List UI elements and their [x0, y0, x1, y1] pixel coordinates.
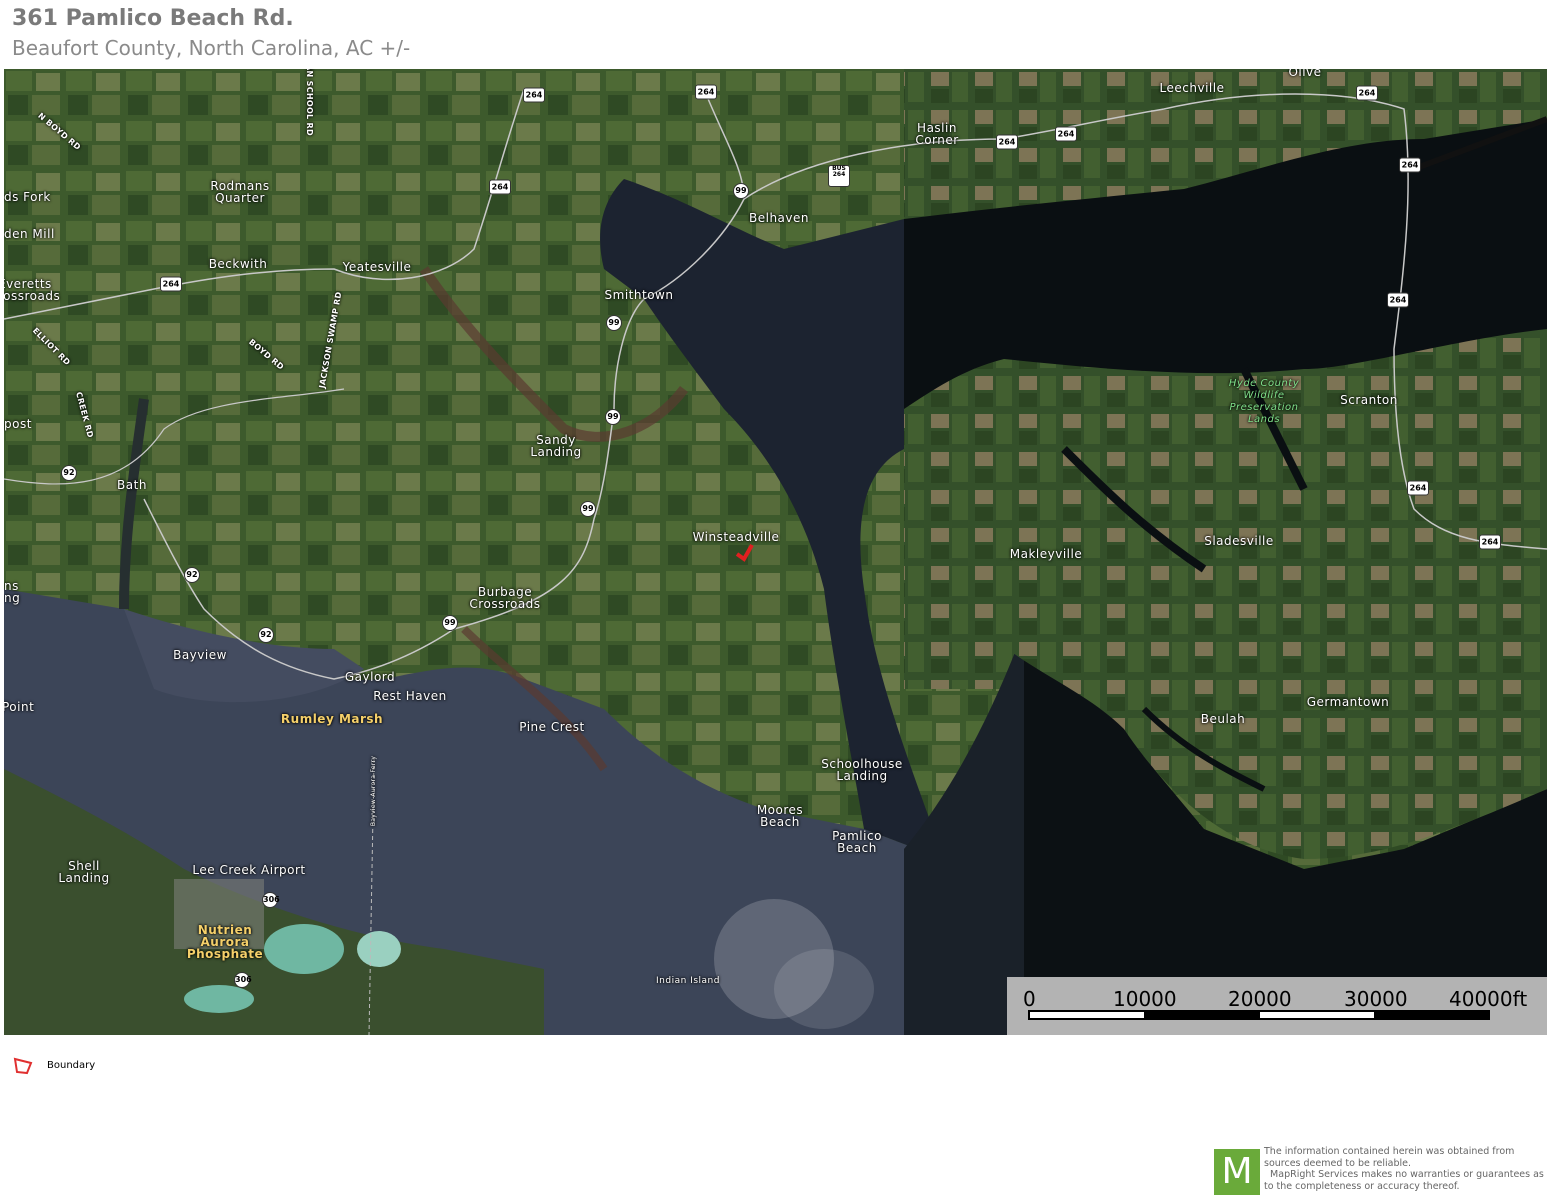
place-label: Winsteadville: [692, 530, 780, 544]
place-label: Indian Island: [656, 976, 720, 986]
highway-shield: 264: [1356, 85, 1378, 101]
highway-shield: 92: [184, 567, 200, 583]
place-label: Germantown: [1306, 695, 1390, 709]
scale-label: 20000: [1228, 987, 1292, 1011]
place-label: Sladesville: [1204, 534, 1274, 548]
highway-shield: 264: [523, 87, 545, 103]
place-label: Schoolhouse Landing: [821, 757, 903, 783]
satellite-map[interactable]: Olive Leechville Haslin Corner Belhaven …: [4, 69, 1547, 1035]
place-label: Yeatesville: [342, 260, 412, 274]
highway-shield: 99: [733, 183, 749, 199]
place-label: Makleyville: [1009, 547, 1083, 561]
poi-label: Rumley Marsh: [280, 712, 384, 726]
scale-label: 30000: [1344, 987, 1408, 1011]
place-label: Smithtown: [604, 288, 674, 302]
scale-ruler: [1028, 1010, 1490, 1020]
highway-shield: 264: [1479, 534, 1501, 550]
mapright-logo: M: [1214, 1149, 1260, 1195]
place-label: Rest Haven: [373, 689, 447, 703]
place-label: Bayview: [173, 648, 227, 662]
highway-shield: 306: [262, 892, 280, 908]
scale-label: 0: [1023, 987, 1036, 1011]
map-legend: Boundary: [12, 1056, 95, 1080]
place-label: Pamlico Beach: [832, 829, 882, 855]
highway-shield: BUS 264: [828, 165, 850, 187]
highway-shield: 264: [1407, 480, 1429, 496]
place-label: ns ng: [4, 579, 21, 605]
highway-shield: 92: [258, 627, 274, 643]
highway-shield: 264: [996, 134, 1018, 150]
place-label: Beulah: [1200, 712, 1246, 726]
place-label: Rodmans Quarter: [210, 179, 270, 205]
place-label: Bath: [117, 478, 147, 492]
disclaimer-text: The information contained herein was obt…: [1264, 1146, 1550, 1192]
highway-shield: 99: [605, 409, 621, 425]
boundary-icon: [13, 1057, 33, 1075]
poi-label: Nutrien Aurora Phosphate: [186, 923, 264, 961]
place-label: Lee Creek Airport: [192, 863, 306, 877]
highway-shield: 264: [489, 179, 511, 195]
map-subtitle: Beaufort County, North Carolina, AC +/-: [12, 36, 411, 60]
place-label: Leechville: [1159, 81, 1225, 95]
highway-shield: 99: [442, 615, 458, 631]
place-label: Pine Crest: [519, 720, 585, 734]
place-label: Burbage Crossroads: [469, 585, 541, 611]
highway-shield: 264: [160, 276, 182, 292]
highway-shield: 264: [1399, 157, 1421, 173]
place-label: Everetts rossroads: [4, 277, 61, 303]
disclaimer-line: The information contained herein was obt…: [1264, 1146, 1544, 1192]
place-label: Beckwith: [208, 257, 268, 271]
scale-label: 10000: [1113, 987, 1177, 1011]
place-label: Olive: [1288, 69, 1322, 79]
road-label: Bayview-Aurora Ferry: [370, 755, 377, 827]
scale-bar: 0 10000 20000 30000 40000ft: [1007, 977, 1547, 1035]
highway-shield: 264: [695, 84, 717, 100]
place-label: post: [4, 417, 32, 431]
place-label: Sandy Landing: [530, 433, 582, 459]
road-label: AN SCHOOL RD: [305, 69, 314, 136]
place-label: Point: [4, 700, 35, 714]
highway-shield: 306: [234, 972, 252, 988]
highway-shield: 264: [1387, 292, 1409, 308]
legend-label: Boundary: [47, 1060, 96, 1071]
scale-label: 40000ft: [1449, 987, 1528, 1011]
highway-shield: 264: [1055, 126, 1077, 142]
place-label: Gaylord: [344, 670, 396, 684]
place-label: ds Fork: [4, 190, 51, 204]
park-label: Hyde County Wildlife Preservation Lands: [1228, 378, 1300, 425]
place-label: Scranton: [1340, 393, 1398, 407]
highway-shield: 99: [606, 315, 622, 331]
place-label: Belhaven: [749, 211, 809, 225]
highway-shield: 99: [580, 501, 596, 517]
place-label: den Mill: [4, 227, 55, 241]
map-title: 361 Pamlico Beach Rd.: [12, 6, 294, 31]
highway-shield: 92: [61, 465, 77, 481]
place-label: Shell Landing: [58, 859, 110, 885]
place-label: Haslin Corner: [915, 121, 959, 147]
place-label: Moores Beach: [756, 803, 804, 829]
